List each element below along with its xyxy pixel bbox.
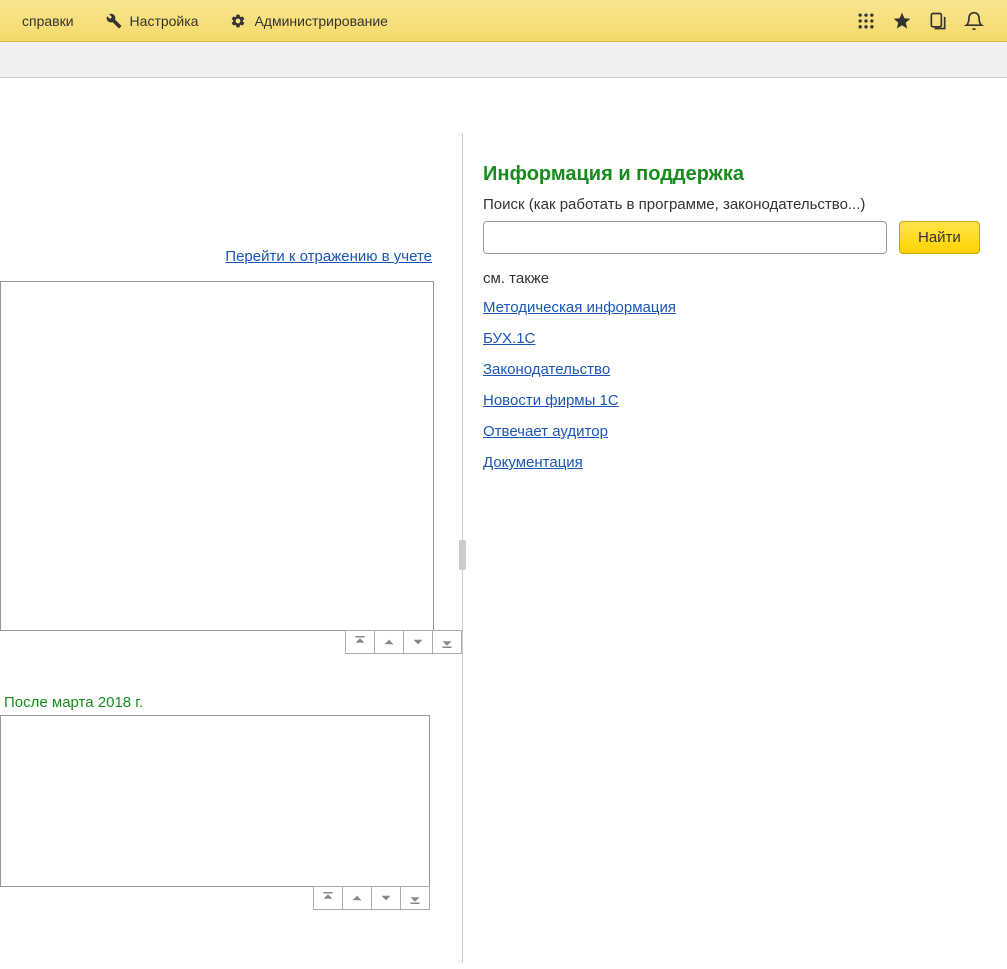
link-methodology[interactable]: Методическая информация [483, 299, 676, 316]
page-down-button[interactable] [371, 886, 401, 910]
menu-item-references-fragment[interactable]: справки [8, 7, 88, 35]
pager-1 [0, 630, 462, 654]
left-column: Перейти к отражению в учете После марта … [0, 78, 462, 969]
link-buh1c[interactable]: БУХ.1С [483, 330, 535, 347]
top-menu-right [851, 6, 999, 36]
double-down-icon [441, 636, 453, 648]
up-icon [383, 636, 395, 648]
toolbar [0, 42, 1007, 78]
top-menu-left: справки Настройка Администрирование [8, 7, 402, 35]
up-icon [351, 892, 363, 904]
pager-2 [0, 886, 430, 910]
link-auditor[interactable]: Отвечает аудитор [483, 423, 608, 440]
star-icon [892, 11, 912, 31]
see-also-label: см. также [483, 270, 987, 287]
history-button[interactable] [923, 6, 953, 36]
menu-item-administration[interactable]: Администрирование [216, 7, 402, 35]
page-first-button[interactable] [345, 630, 375, 654]
find-button[interactable]: Найти [899, 221, 980, 254]
double-up-icon [322, 892, 334, 904]
menu-label: Настройка [130, 13, 199, 29]
box-group-2: После марта 2018 г. [0, 694, 462, 910]
gear-icon [230, 13, 246, 29]
list-box-1[interactable] [0, 281, 434, 631]
page-first-button[interactable] [313, 886, 343, 910]
box-group-1 [0, 281, 462, 654]
page-up-button[interactable] [374, 630, 404, 654]
down-icon [380, 892, 392, 904]
double-down-icon [409, 892, 421, 904]
search-row: Найти [483, 221, 987, 254]
menu-item-settings[interactable]: Настройка [92, 7, 213, 35]
page-up-button[interactable] [342, 886, 372, 910]
favorites-button[interactable] [887, 6, 917, 36]
link-documentation[interactable]: Документация [483, 454, 583, 471]
apps-grid-button[interactable] [851, 6, 881, 36]
reflect-accounting-link[interactable]: Перейти к отражению в учете [225, 248, 432, 265]
bell-icon [964, 11, 984, 31]
box-2-label: После марта 2018 г. [0, 694, 462, 715]
search-label: Поиск (как работать в программе, законод… [483, 196, 987, 213]
support-links: Методическая информация БУХ.1С Законодат… [483, 299, 987, 471]
notifications-button[interactable] [959, 6, 989, 36]
double-up-icon [354, 636, 366, 648]
vertical-divider[interactable] [462, 133, 463, 963]
top-menu: справки Настройка Администрирование [0, 0, 1007, 42]
apps-grid-icon [856, 11, 876, 31]
page-down-button[interactable] [403, 630, 433, 654]
reflect-link-row: Перейти к отражению в учете [0, 133, 462, 281]
menu-label: справки [22, 13, 74, 29]
history-icon [928, 11, 948, 31]
menu-label: Администрирование [254, 13, 388, 29]
link-news[interactable]: Новости фирмы 1С [483, 392, 619, 409]
wrench-icon [106, 13, 122, 29]
support-title: Информация и поддержка [483, 163, 987, 186]
page-last-button[interactable] [400, 886, 430, 910]
link-legislation[interactable]: Законодательство [483, 361, 610, 378]
divider-handle[interactable] [459, 540, 466, 570]
list-box-2[interactable] [0, 715, 430, 887]
right-column: Информация и поддержка Поиск (как работа… [463, 78, 1007, 969]
page-last-button[interactable] [432, 630, 462, 654]
content: Перейти к отражению в учете После марта … [0, 78, 1007, 969]
down-icon [412, 636, 424, 648]
search-input[interactable] [483, 221, 887, 254]
